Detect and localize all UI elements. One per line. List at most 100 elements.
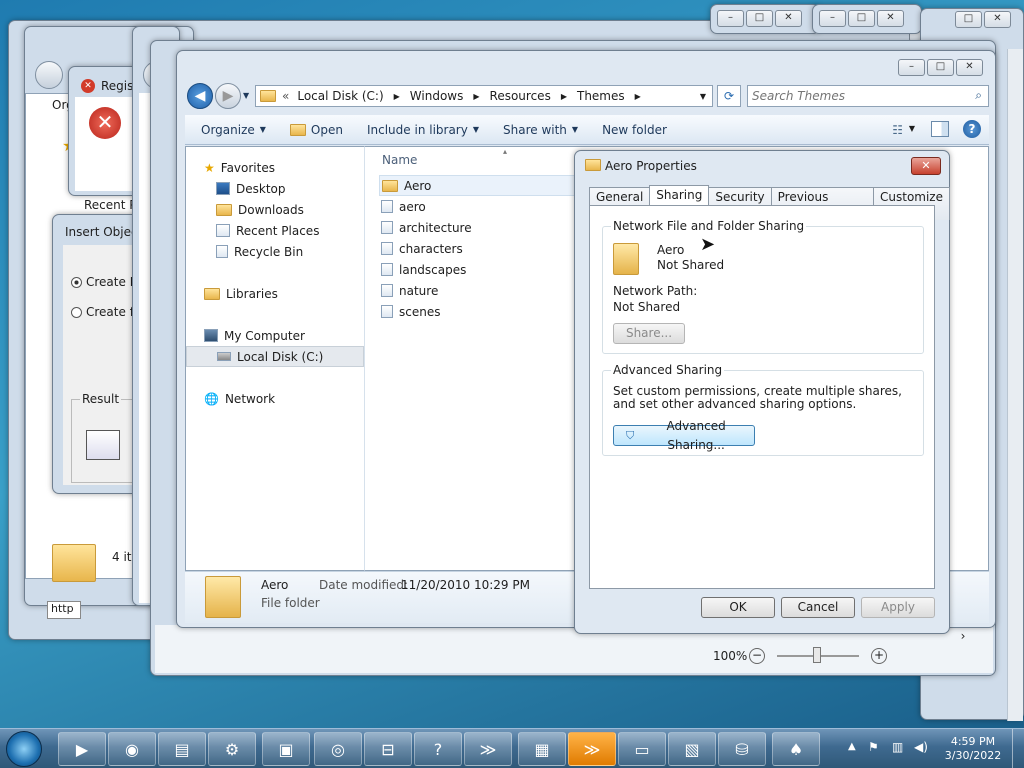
forward-arrow-icon[interactable]: ▶ <box>215 83 241 109</box>
help-icon[interactable]: ? <box>963 120 981 138</box>
tray-clock[interactable]: 4:59 PM 3/30/2022 <box>940 735 1006 763</box>
minimize-button[interactable]: – <box>898 59 925 76</box>
media-player-icon[interactable]: ▶ <box>58 732 106 766</box>
close-button[interactable]: ✕ <box>877 10 904 27</box>
file-item[interactable]: nature <box>379 280 579 301</box>
recent-pages-dropdown-icon[interactable]: ▼ <box>243 91 249 100</box>
maximize-button[interactable]: □ <box>746 10 773 27</box>
file-item[interactable]: aero <box>379 196 579 217</box>
file-item[interactable]: Aero <box>379 175 579 196</box>
network-sharing-title: Network File and Folder Sharing <box>611 219 807 233</box>
network-tray-icon[interactable]: ▥ <box>892 740 903 754</box>
cancel-button[interactable]: Cancel <box>781 597 855 618</box>
start-button[interactable] <box>6 731 42 767</box>
background-window-2-caption[interactable]: – □ ✕ <box>710 4 820 34</box>
file-item[interactable]: landscapes <box>379 259 579 280</box>
close-button[interactable]: ✕ <box>984 11 1011 28</box>
nav-network[interactable]: 🌐 Network <box>186 388 364 409</box>
taskbar: ▶ ◉ ▤ ⚙ ▣ ◎ ⊟ ? ≫ ▦ ≫ ▭ ▧ ⛁ ♠ ▲ ⚑ ▥ ◀) 4… <box>0 728 1024 768</box>
maximize-button[interactable]: □ <box>927 59 954 76</box>
breadcrumb-separator-icon[interactable]: ▶ <box>394 92 400 101</box>
action-center-icon[interactable]: ⚑ <box>868 740 879 754</box>
file-item[interactable]: architecture <box>379 217 579 238</box>
help-support-icon[interactable]: ? <box>414 732 462 766</box>
command-prompt-icon[interactable]: ▭ <box>618 732 666 766</box>
zoom-slider-thumb[interactable] <box>813 647 821 663</box>
shared-folder-icon <box>613 243 639 275</box>
control-panel-icon[interactable]: ⚙ <box>208 732 256 766</box>
nav-recycle-bin[interactable]: Recycle Bin <box>186 241 364 262</box>
zoom-out-button[interactable]: − <box>749 648 765 664</box>
image-viewer-icon[interactable]: ▣ <box>262 732 310 766</box>
nav-desktop[interactable]: Desktop <box>186 178 364 199</box>
scroll-right-arrow[interactable]: › <box>955 629 971 645</box>
show-hidden-icons-icon[interactable]: ▲ <box>848 741 856 752</box>
apply-button[interactable]: Apply <box>861 597 935 618</box>
disk-cleanup-icon[interactable]: ⛁ <box>718 732 766 766</box>
maximize-button[interactable]: □ <box>955 11 982 28</box>
object-icon <box>86 430 120 460</box>
performance-monitor-icon[interactable]: ▦ <box>518 732 566 766</box>
nav-my-computer[interactable]: My Computer <box>186 325 364 346</box>
refresh-icon[interactable]: ⟳ <box>717 85 741 107</box>
address-bar[interactable]: « Local Disk (C:) ▶ Windows ▶ Resources … <box>255 85 713 107</box>
nav-favorites[interactable]: ★ Favorites <box>186 157 364 178</box>
maximize-button[interactable]: □ <box>848 10 875 27</box>
back-button[interactable] <box>35 61 63 89</box>
nav-recent-places[interactable]: Recent Places <box>186 220 364 241</box>
breadcrumb-themes[interactable]: Themes <box>577 89 625 103</box>
clipboard-icon[interactable]: ▧ <box>668 732 716 766</box>
view-icon[interactable]: ☷ <box>892 123 903 137</box>
powershell-active-icon[interactable]: ≫ <box>568 732 616 766</box>
organize-button[interactable]: Organize ▼ <box>191 119 276 141</box>
minimize-button[interactable]: – <box>717 10 744 27</box>
file-item[interactable]: characters <box>379 238 579 259</box>
nav-downloads[interactable]: Downloads <box>186 199 364 220</box>
breadcrumb-separator-icon[interactable]: ▶ <box>561 92 567 101</box>
file-explorer-icon[interactable]: ▤ <box>158 732 206 766</box>
share-with-button[interactable]: Share with ▼ <box>493 119 588 141</box>
scrollbar[interactable] <box>1007 49 1023 721</box>
powershell-icon[interactable]: ≫ <box>464 732 512 766</box>
breadcrumb-local-disk[interactable]: Local Disk (C:) <box>297 89 383 103</box>
overflow-chevron-icon[interactable]: « <box>282 89 289 103</box>
nav-label: Libraries <box>226 286 278 301</box>
speaker-app-icon[interactable]: ◎ <box>314 732 362 766</box>
close-button[interactable]: ✕ <box>956 59 983 76</box>
projector-icon[interactable]: ⊟ <box>364 732 412 766</box>
preview-pane-icon[interactable] <box>931 121 949 137</box>
close-button[interactable]: ✕ <box>775 10 802 27</box>
new-folder-button[interactable]: New folder <box>592 119 677 141</box>
volume-icon[interactable]: ◀) <box>914 740 928 754</box>
computer-icon <box>204 329 218 342</box>
open-button[interactable]: Open <box>280 119 353 141</box>
column-header-name[interactable]: Name <box>382 153 417 167</box>
search-input[interactable] <box>752 88 962 104</box>
view-dropdown-icon[interactable]: ▼ <box>909 124 915 133</box>
nav-local-disk[interactable]: Local Disk (C:) <box>186 346 364 367</box>
background-window-3-caption[interactable]: – □ ✕ <box>812 4 922 34</box>
ok-button[interactable]: OK <box>701 597 775 618</box>
close-button[interactable]: ✕ <box>911 157 941 175</box>
show-desktop-button[interactable] <box>1012 729 1024 768</box>
breadcrumb-windows[interactable]: Windows <box>410 89 464 103</box>
solitaire-icon[interactable]: ♠ <box>772 732 820 766</box>
nav-label: Downloads <box>238 202 304 217</box>
zoom-in-button[interactable]: + <box>871 648 887 664</box>
properties-dialog[interactable]: Aero Properties ✕ General Sharing Securi… <box>574 150 950 634</box>
file-item[interactable]: scenes <box>379 301 579 322</box>
minimize-button[interactable]: – <box>819 10 846 27</box>
back-arrow-icon[interactable]: ◀ <box>187 83 213 109</box>
advanced-sharing-button-label: Advanced Sharing... <box>666 418 726 452</box>
include-in-library-button[interactable]: Include in library ▼ <box>357 119 489 141</box>
breadcrumb-resources[interactable]: Resources <box>490 89 551 103</box>
advanced-sharing-button[interactable]: ⛉ Advanced Sharing... <box>613 419 755 452</box>
address-dropdown-icon[interactable]: ▼ <box>700 92 706 101</box>
nav-libraries[interactable]: Libraries <box>186 283 364 304</box>
share-button[interactable]: Share... <box>613 323 685 344</box>
search-icon[interactable]: ⌕ <box>975 88 982 103</box>
search-box[interactable]: ⌕ <box>747 85 989 107</box>
breadcrumb-separator-icon[interactable]: ▶ <box>473 92 479 101</box>
breadcrumb-separator-icon[interactable]: ▶ <box>635 92 641 101</box>
chrome-icon[interactable]: ◉ <box>108 732 156 766</box>
